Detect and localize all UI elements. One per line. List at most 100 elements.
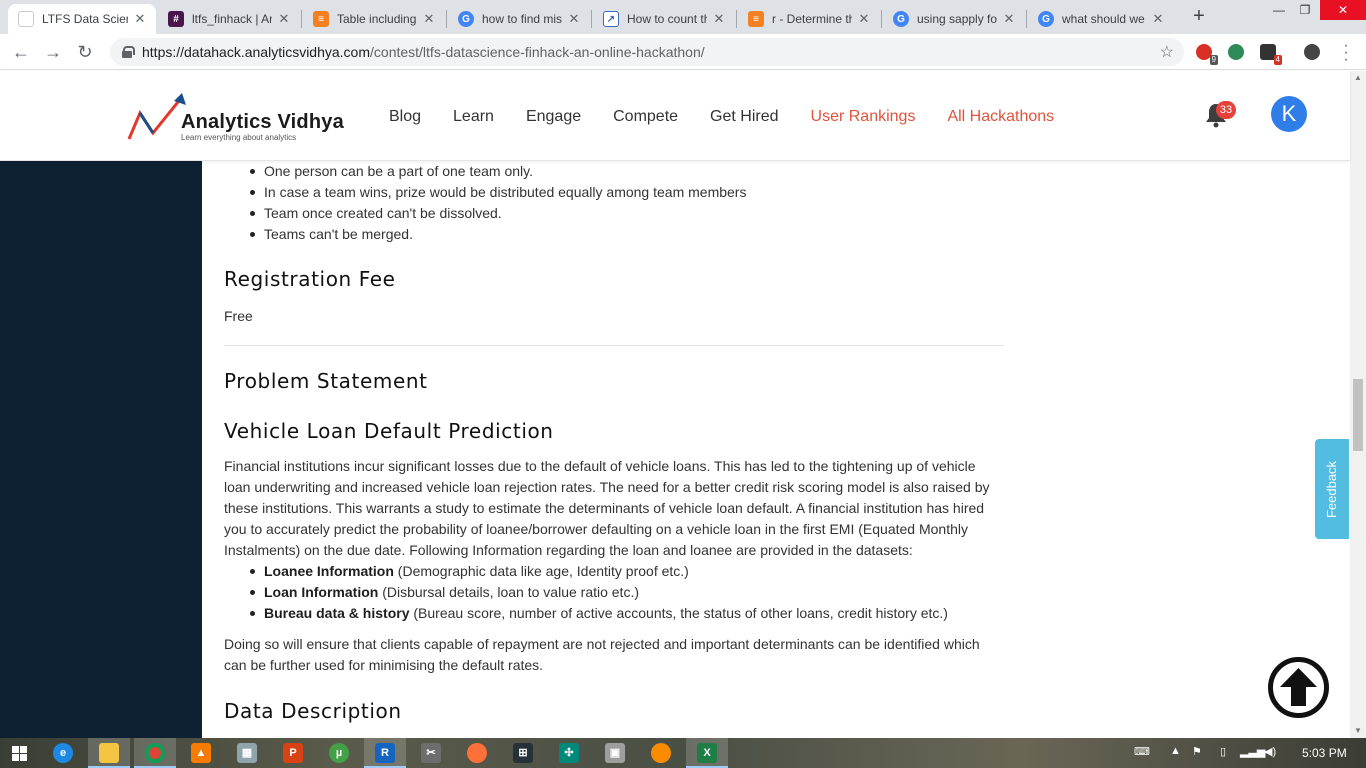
feedback-label: Feedback [1324,460,1340,518]
extension-pocket-icon[interactable]: 4 [1260,44,1282,65]
stackoverflow-icon: ≡ [313,11,329,27]
restore-window-button[interactable]: ❐ [1288,0,1322,20]
tab-how-to-find-missing[interactable]: G how to find mis ✕ [448,4,590,34]
tab-title: r - Determine th [772,12,852,26]
close-tab-icon[interactable]: ✕ [421,11,437,27]
list-item-detail: (Demographic data like age, Identity pro… [393,563,689,579]
tab-title: what should we [1062,12,1145,26]
close-tab-icon[interactable]: ✕ [711,11,727,27]
scroll-up-arrow-icon[interactable]: ▲ [1350,71,1366,85]
close-tab-icon[interactable]: ✕ [1001,11,1017,27]
tab-ltfs-finhack-slack[interactable]: # ltfs_finhack | An ✕ [158,4,300,34]
bookmark-star-icon[interactable]: ☆ [1160,42,1174,62]
app-grid-icon[interactable]: ⊞ [513,743,533,763]
close-window-button[interactable]: ✕ [1320,0,1366,20]
rstudio-icon[interactable]: R [375,743,395,763]
list-item: Bureau data & history (Bureau score, num… [224,603,948,624]
tab-separator [1026,10,1027,28]
tab-how-to-count[interactable]: ↗ How to count th ✕ [593,4,735,34]
analytics-vidhya-logo[interactable]: Analytics Vidhya Learn everything about … [126,91,346,147]
user-avatar[interactable]: K [1271,96,1307,132]
tab-separator [446,10,447,28]
section-divider [224,345,1004,346]
main-nav: Blog Learn Engage Compete Get Hired User… [389,108,1086,126]
vlc-icon[interactable]: ▲ [191,743,211,763]
internet-explorer-icon[interactable]: e [53,743,73,763]
tab-title: LTFS Data Scien [42,12,128,26]
logo-chart-icon [127,93,186,140]
problem-statement-heading: Problem Statement [224,369,428,393]
problem-intro-paragraph: Financial institutions incur significant… [224,458,990,558]
nav-all-hackathons[interactable]: All Hackathons [947,108,1054,126]
tab-title: ltfs_finhack | An [192,12,272,26]
closing-paragraph: Doing so will ensure that clients capabl… [224,636,980,673]
firefox-icon[interactable] [467,743,487,763]
utorrent-icon[interactable]: µ [329,743,349,763]
windows-taskbar: e ▲ ▦ P µ R ✂ ⊞ ✣ ▣ X ⌨ ▲ ⚑ ▯ ▂▃▅ ◀) 5:0… [0,738,1366,768]
powerpoint-icon[interactable]: P [283,743,303,763]
nav-compete[interactable]: Compete [613,108,678,126]
browser-app-icon[interactable] [651,743,671,763]
data-description-heading: Data Description [224,699,402,723]
browser-menu-icon[interactable]: · · · [1340,38,1352,68]
show-hidden-icons-icon[interactable]: ▲ [1170,745,1181,757]
close-tab-icon[interactable]: ✕ [856,11,872,27]
tab-using-sapply[interactable]: G using sapply fo ✕ [883,4,1025,34]
analytics-vidhya-favicon-icon [18,11,34,27]
google-icon: G [458,11,474,27]
browser-tab-strip: LTFS Data Scien ✕ # ltfs_finhack | An ✕ … [0,0,1366,34]
nav-get-hired[interactable]: Get Hired [710,108,778,126]
nav-blog[interactable]: Blog [389,108,421,126]
google-icon: G [893,11,909,27]
dataset-info-list: Loanee Information (Demographic data lik… [224,561,948,624]
network-signal-icon[interactable]: ▂▃▅ [1240,745,1265,758]
extension-badge: 9 [1209,55,1218,65]
list-item: One person can be a part of one team onl… [224,161,746,182]
feedback-tab[interactable]: Feedback [1315,439,1349,539]
browser-toolbar: ← → ↻ https://datahack.analyticsvidhya.c… [0,34,1366,70]
profile-avatar-icon[interactable] [1304,44,1320,60]
network-app-icon[interactable]: ✣ [559,743,579,763]
battery-icon[interactable]: ▯ [1220,745,1226,758]
notification-count-badge: 33 [1216,101,1236,119]
extension-globe-icon[interactable] [1228,44,1244,60]
tab-r-determine[interactable]: ≡ r - Determine th ✕ [738,4,880,34]
keyboard-icon[interactable]: ⌨ [1134,745,1150,758]
close-tab-icon[interactable]: ✕ [566,11,582,27]
new-tab-button[interactable]: + [1188,6,1210,28]
file-explorer-icon[interactable] [99,743,119,763]
calculator-icon[interactable]: ▦ [237,743,257,763]
tab-table-including[interactable]: ≡ Table including ✕ [303,4,445,34]
nav-learn[interactable]: Learn [453,108,494,126]
close-tab-icon[interactable]: ✕ [1150,11,1166,27]
close-tab-icon[interactable]: ✕ [132,11,148,27]
address-bar[interactable]: https://datahack.analyticsvidhya.com/con… [110,38,1184,66]
excel-icon[interactable]: X [697,743,717,763]
scrollbar-thumb[interactable] [1353,379,1363,451]
nav-user-rankings[interactable]: User Rankings [811,108,916,126]
chrome-icon[interactable] [145,743,165,763]
tab-what-should-we[interactable]: G what should we ✕ [1028,4,1174,34]
forward-button[interactable]: → [40,39,66,65]
taskbar-clock[interactable]: 5:03 PM [1302,746,1347,760]
extension-opera-icon[interactable]: 9 [1196,44,1218,65]
windows-start-icon[interactable] [12,746,27,761]
back-button[interactable]: ← [8,39,34,65]
tools-icon[interactable]: ✂ [421,743,441,763]
tab-title: Table including [337,12,417,26]
list-item: In case a team wins, prize would be dist… [224,182,746,203]
scroll-to-top-button[interactable] [1268,657,1329,718]
virtual-machine-icon[interactable]: ▣ [605,743,625,763]
nav-engage[interactable]: Engage [526,108,581,126]
close-tab-icon[interactable]: ✕ [276,11,292,27]
tab-ltfs-data-science[interactable]: LTFS Data Scien ✕ [8,4,156,34]
tab-separator [591,10,592,28]
scroll-down-arrow-icon[interactable]: ▼ [1350,724,1366,738]
flag-icon[interactable]: ⚑ [1192,745,1202,758]
url-path: /contest/ltfs-datascience-finhack-an-onl… [370,44,705,60]
volume-icon[interactable]: ◀) [1264,745,1276,758]
slack-icon: # [168,11,184,27]
google-icon: G [1038,11,1054,27]
page-scrollbar[interactable]: ▲ ▼ [1350,71,1366,738]
reload-button[interactable]: ↻ [72,39,98,65]
